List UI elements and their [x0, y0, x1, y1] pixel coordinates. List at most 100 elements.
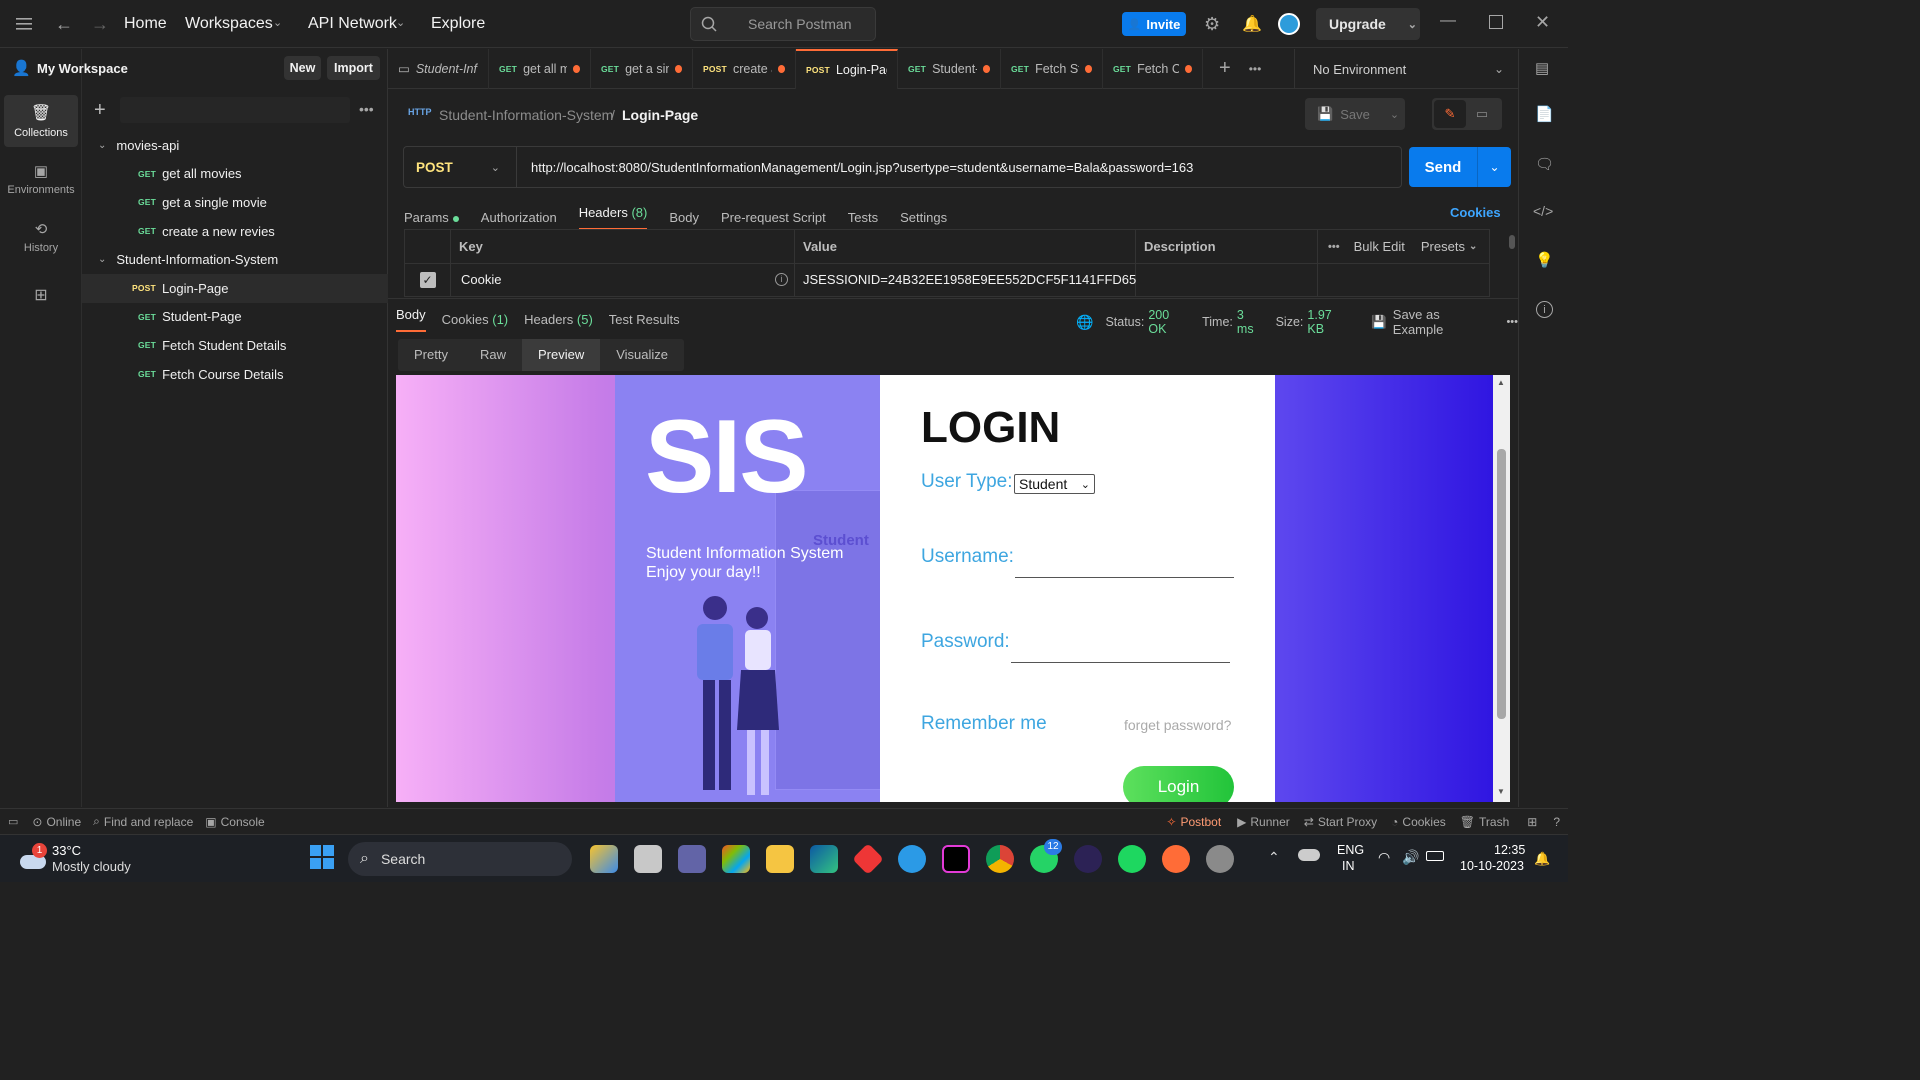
- restore-window-icon[interactable]: [1489, 15, 1503, 29]
- teams-chat-icon[interactable]: [678, 845, 706, 873]
- tab-settings[interactable]: Settings: [900, 210, 947, 225]
- collection-movies-api[interactable]: ⌄ movies-api: [82, 131, 388, 160]
- add-collection-icon[interactable]: +: [94, 99, 106, 122]
- tab-options-icon[interactable]: •••: [1249, 62, 1262, 76]
- tab-collection[interactable]: ▭ Student-Inf: [388, 48, 489, 89]
- eclipse-icon[interactable]: [1074, 845, 1102, 873]
- whatsapp-icon[interactable]: 12: [1030, 839, 1062, 873]
- file-explorer-icon[interactable]: [766, 845, 794, 873]
- invite-button[interactable]: 👤 Invite: [1122, 12, 1186, 36]
- help-icon[interactable]: ?: [1553, 815, 1560, 829]
- method-select[interactable]: POST ⌄: [404, 147, 517, 187]
- status-value[interactable]: 200 OK: [1148, 308, 1190, 336]
- size-value[interactable]: 1.97 KB: [1307, 308, 1351, 336]
- comments-icon[interactable]: 🗨: [1535, 155, 1554, 173]
- forget-password-link[interactable]: forget password?: [1124, 717, 1231, 733]
- password-input[interactable]: [1011, 635, 1230, 663]
- help-app-icon[interactable]: [898, 845, 926, 873]
- nav-home[interactable]: Home: [124, 15, 167, 33]
- rail-item-apps[interactable]: ⊞: [4, 269, 78, 321]
- import-button[interactable]: Import: [327, 56, 380, 80]
- header-description-cell[interactable]: [1136, 264, 1318, 296]
- microsoft-store-icon[interactable]: [722, 845, 750, 873]
- request-item-selected[interactable]: POST Login-Page: [82, 273, 388, 303]
- scroll-down-icon[interactable]: ▼: [1497, 787, 1505, 796]
- volume-icon[interactable]: 🔊: [1402, 849, 1419, 866]
- tab-request[interactable]: GET get a sin: [591, 48, 693, 89]
- language-line-2[interactable]: IN: [1342, 859, 1355, 873]
- username-input[interactable]: [1015, 550, 1234, 578]
- filter-input[interactable]: [120, 97, 350, 123]
- workspaces-chevron-down-icon[interactable]: ⌄: [273, 16, 282, 29]
- start-proxy-button[interactable]: Start Proxy: [1318, 815, 1377, 829]
- bulk-edit-button[interactable]: Bulk Edit: [1354, 239, 1405, 254]
- tab-params[interactable]: Params: [404, 210, 459, 225]
- nav-api-network[interactable]: API Network: [308, 15, 397, 33]
- time-value[interactable]: 3 ms: [1237, 308, 1264, 336]
- workspace-title[interactable]: My Workspace: [37, 61, 128, 76]
- tab-request[interactable]: GET Student-: [898, 48, 1001, 89]
- cookies-link[interactable]: Cookies: [1450, 205, 1501, 220]
- task-view-icon[interactable]: [634, 845, 662, 873]
- hamburger-menu-icon[interactable]: [14, 14, 34, 34]
- notification-bell-icon[interactable]: 🔔: [1242, 14, 1262, 34]
- language-line-1[interactable]: ENG: [1337, 843, 1364, 857]
- request-item[interactable]: GET Fetch Student Details: [82, 331, 388, 360]
- remember-me-label[interactable]: Remember me: [921, 713, 1047, 735]
- edit-pencil-icon[interactable]: ✎: [1434, 100, 1466, 128]
- breadcrumb-request[interactable]: Login-Page: [622, 107, 698, 123]
- settings-gear-icon[interactable]: ⚙: [1204, 14, 1220, 35]
- onedrive-cloud-icon[interactable]: [1298, 849, 1320, 861]
- tab-request[interactable]: GET Fetch Stu: [1001, 48, 1103, 89]
- header-key-cell[interactable]: Cookie i: [451, 264, 795, 296]
- upgrade-button[interactable]: Upgrade ⌄: [1316, 8, 1420, 40]
- intellij-icon[interactable]: [942, 845, 970, 873]
- clock-date[interactable]: 10-10-2023: [1460, 859, 1524, 873]
- tab-login-page-active[interactable]: POST Login-Pag: [796, 48, 898, 89]
- postbot-button[interactable]: Postbot: [1180, 815, 1221, 829]
- collection-student-information-system[interactable]: ⌄ Student-Information-System: [82, 245, 388, 274]
- wifi-icon[interactable]: ◠: [1378, 849, 1390, 866]
- tab-tests[interactable]: Tests: [848, 210, 878, 225]
- show-hidden-icons-chevron-up-icon[interactable]: ⌃: [1268, 849, 1280, 866]
- header-enabled-checkbox[interactable]: ✓: [405, 264, 451, 296]
- rail-item-history[interactable]: ⟲ History: [4, 211, 78, 263]
- lightbulb-icon[interactable]: 💡: [1535, 251, 1554, 269]
- send-button[interactable]: Send: [1409, 159, 1477, 176]
- edge-browser-icon[interactable]: [810, 845, 838, 873]
- response-tab-test-results[interactable]: Test Results: [609, 312, 680, 327]
- request-scrollbar[interactable]: [1509, 235, 1515, 249]
- breadcrumb-collection[interactable]: Student-Information-System: [439, 107, 613, 123]
- anydesk-icon[interactable]: [852, 843, 884, 875]
- runner-button[interactable]: Runner: [1250, 815, 1289, 829]
- tab-pre-request-script[interactable]: Pre-request Script: [721, 210, 826, 225]
- request-item[interactable]: GET create a new revies: [82, 217, 388, 246]
- temperature[interactable]: 33°C: [52, 843, 81, 858]
- view-raw[interactable]: Raw: [464, 339, 522, 371]
- windows-start-icon[interactable]: [310, 845, 336, 871]
- new-tab-plus-icon[interactable]: +: [1219, 57, 1231, 80]
- more-options-icon[interactable]: •••: [359, 101, 374, 117]
- info-icon[interactable]: i: [775, 273, 788, 286]
- tab-request[interactable]: GET Fetch Co: [1103, 48, 1203, 89]
- tab-authorization[interactable]: Authorization: [481, 210, 557, 225]
- view-preview[interactable]: Preview: [521, 339, 601, 371]
- request-item[interactable]: GET Fetch Course Details: [82, 360, 388, 389]
- environment-selector[interactable]: No Environment ⌄: [1294, 49, 1518, 89]
- comment-mode-icon[interactable]: ▭: [1466, 100, 1498, 128]
- settings-app-icon[interactable]: [1206, 845, 1234, 873]
- spotify-icon[interactable]: [1118, 845, 1146, 873]
- back-arrow-icon[interactable]: ←: [54, 14, 74, 34]
- code-icon[interactable]: </>: [1533, 203, 1553, 219]
- tab-body[interactable]: Body: [669, 210, 699, 225]
- tab-request[interactable]: POST create a: [693, 48, 796, 89]
- response-tab-body[interactable]: Body: [396, 307, 426, 332]
- request-item[interactable]: GET Student-Page: [82, 303, 388, 332]
- rail-item-collections[interactable]: 🗑 Collections: [4, 95, 78, 147]
- environment-quicklook-icon[interactable]: ▤: [1535, 59, 1549, 77]
- close-window-icon[interactable]: ✕: [1535, 12, 1550, 33]
- request-item[interactable]: GET get all movies: [82, 160, 388, 189]
- weather-widget-icon[interactable]: 1: [18, 843, 48, 873]
- save-button[interactable]: 💾 Save ⌄: [1305, 98, 1405, 130]
- save-as-example-button[interactable]: Save as Example: [1393, 307, 1493, 337]
